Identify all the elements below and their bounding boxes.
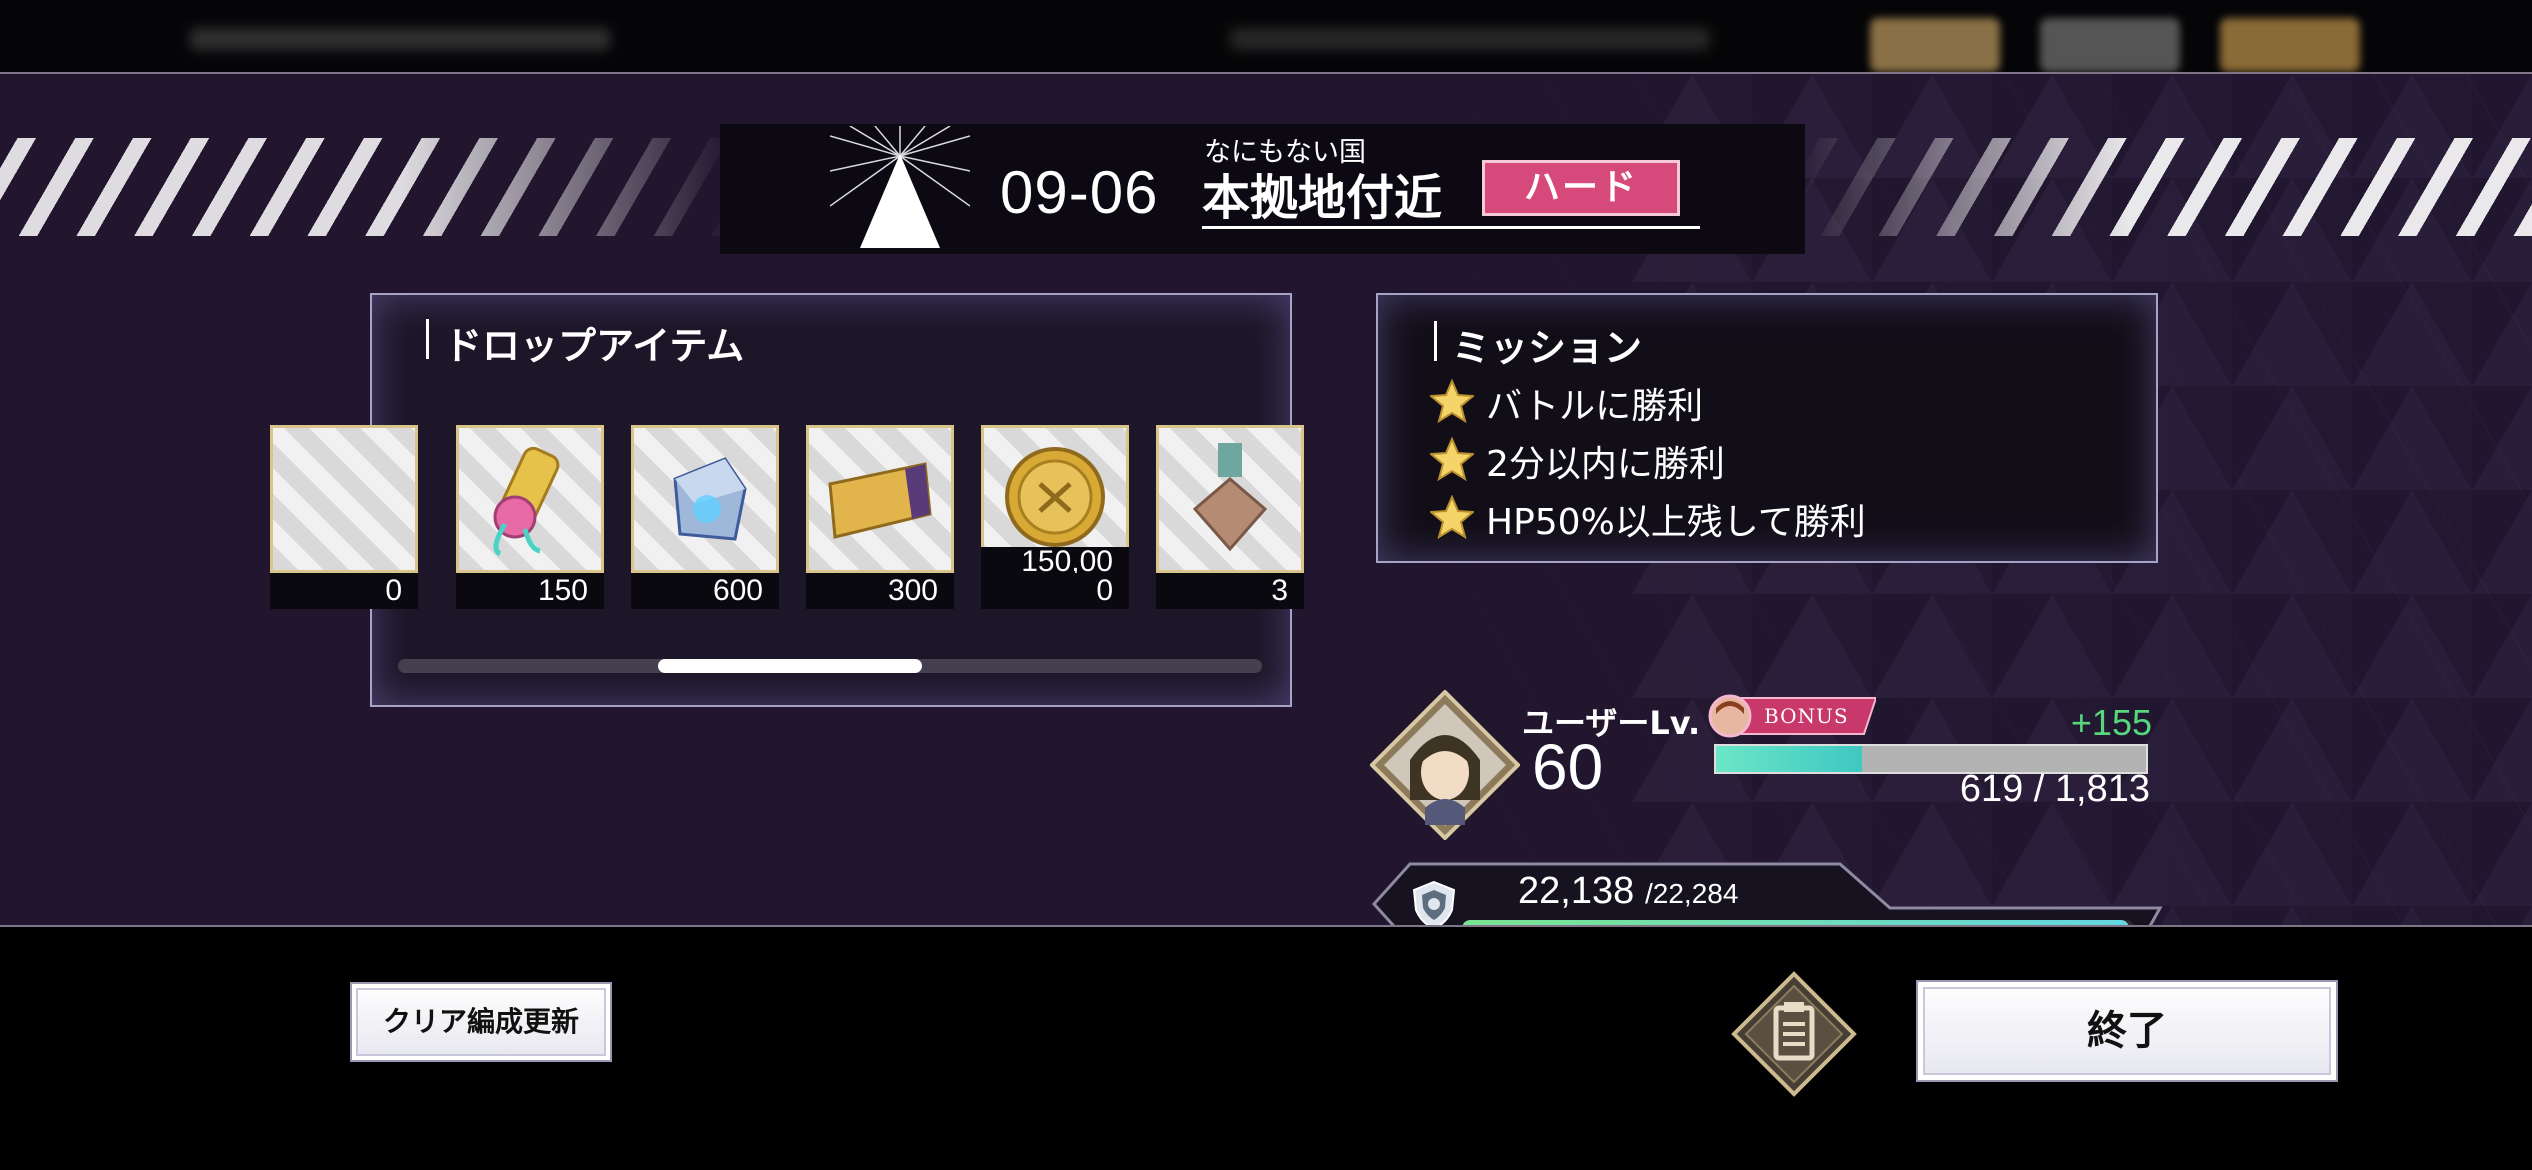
top-status-strip (0, 0, 2532, 72)
user-avatar (1370, 690, 1520, 840)
banner-stripes-right (1800, 138, 2532, 236)
pyramid-emblem-icon (830, 126, 970, 248)
user-level-value: 60 (1532, 731, 1604, 803)
drop-items-title: ドロップアイテム (425, 315, 744, 370)
exp-gain: +155 (2070, 702, 2152, 743)
banner-stripes-left (0, 138, 730, 236)
end-button[interactable]: 終了 (1916, 980, 2338, 1082)
drop-item[interactable]: 3 (1156, 425, 1304, 609)
blurred-button (2040, 18, 2180, 72)
scroll-icon (493, 446, 560, 557)
blurred-text (190, 28, 610, 50)
mission-label: HP50%以上残して勝利 (1486, 502, 1866, 543)
gold-ticket-icon (828, 462, 932, 539)
star-icon (1430, 437, 1474, 481)
power-plate (1371, 862, 2163, 925)
star-icon (1430, 495, 1474, 539)
battle-result-panel: 09-06 なにもない国 本拠地付近 ハード ドロップアイテム 0 150 60… (0, 72, 2532, 927)
clear-formation-update-button[interactable]: クリア編成更新 (350, 982, 612, 1062)
drop-item[interactable]: 150 (456, 425, 604, 609)
crystal-cube-icon (673, 457, 747, 541)
drop-scrollbar-thumb[interactable] (658, 659, 922, 673)
item-count: 0 (270, 573, 418, 609)
stage-number: 09-06 (1000, 159, 1159, 226)
item-count: 600 (631, 573, 779, 609)
power-current: 22,138 (1518, 870, 1635, 912)
item-count: 3 (1156, 573, 1304, 609)
blurred-button (2220, 18, 2360, 72)
stage-name: 本拠地付近 (1202, 170, 1443, 226)
difficulty-badge: ハード (1482, 160, 1680, 216)
blurred-button (1870, 18, 2000, 72)
clipboard-icon[interactable] (1730, 970, 1858, 1098)
drop-items-panel[interactable]: ドロップアイテム 0 150 600 300 150,00 0 3 (270, 293, 1304, 707)
medal-icon (1192, 443, 1268, 552)
drop-item[interactable]: 150,00 0 (981, 425, 1129, 609)
mission-label: バトルに勝利 (1486, 386, 1704, 427)
drop-item[interactable]: 300 (806, 425, 954, 609)
drop-item[interactable]: 0 (270, 425, 418, 609)
exp-value: 619 / 1,813 (1959, 768, 2150, 810)
item-count: 0 (981, 573, 1129, 609)
bonus-label: BONUS (1764, 704, 1849, 728)
shield-icon (1412, 880, 1456, 925)
stage-underline (1202, 226, 1700, 229)
drop-item[interactable]: 600 (631, 425, 779, 609)
star-icon (1430, 379, 1474, 423)
gold-coin-icon (1005, 447, 1105, 547)
mission-panel: ミッション バトルに勝利 2分以内に勝利 HP50%以上残して勝利 (1376, 293, 2158, 563)
item-count: 300 (806, 573, 954, 609)
mission-label: 2分以内に勝利 (1486, 444, 1725, 485)
mission-title: ミッション (1433, 317, 1642, 372)
power-bar-fill (1462, 920, 2130, 925)
power-max: /22,284 (1645, 878, 1739, 909)
blurred-text (1230, 28, 1710, 50)
item-count: 150 (456, 573, 604, 609)
power-bar (1462, 920, 2134, 925)
